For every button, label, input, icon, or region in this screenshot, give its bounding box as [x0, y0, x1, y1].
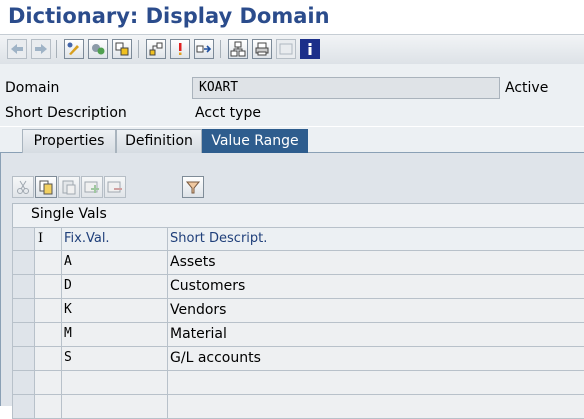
fix-val-cell[interactable] — [62, 395, 168, 418]
tabstrip: Properties Definition Value Range — [0, 127, 584, 153]
tab-value-range[interactable]: Value Range — [202, 129, 308, 153]
row-indicator-cell — [35, 347, 62, 370]
row-selector[interactable] — [12, 251, 35, 274]
filter-icon[interactable] — [182, 176, 204, 198]
row-indicator-cell — [35, 371, 62, 394]
table-row: K Vendors — [12, 299, 584, 323]
row-indicator-cell — [35, 299, 62, 322]
hierarchy-icon[interactable] — [228, 39, 248, 59]
table-row: S G/L accounts — [12, 347, 584, 371]
title-bar: Dictionary: Display Domain — [0, 0, 584, 34]
table-row: D Customers — [12, 275, 584, 299]
toolbar-separator — [138, 40, 139, 58]
table-row — [12, 371, 584, 395]
other-object-icon[interactable] — [88, 39, 108, 59]
short-descript-cell[interactable]: Material — [168, 323, 584, 346]
tab-definition[interactable]: Definition — [116, 129, 202, 153]
page-title: Dictionary: Display Domain — [8, 4, 330, 28]
fix-val-cell[interactable]: S — [62, 347, 168, 370]
short-descript-cell[interactable]: Assets — [168, 251, 584, 274]
toolbar-separator — [56, 40, 57, 58]
short-descript-cell[interactable] — [168, 371, 584, 394]
domain-field[interactable]: KOART — [192, 77, 500, 99]
table-title: Single Vals — [12, 203, 584, 227]
row-selector[interactable] — [12, 347, 35, 370]
domain-label: Domain — [5, 80, 60, 96]
row-selector[interactable] — [12, 395, 35, 418]
short-description-field[interactable]: Acct type — [195, 105, 261, 121]
table-header-row: I Fix.Val. Short Descript. — [12, 227, 584, 251]
toggle-change-display-icon[interactable] — [64, 39, 84, 59]
row-selector[interactable] — [12, 299, 35, 322]
navigation-icon[interactable] — [194, 39, 214, 59]
row-selector[interactable] — [12, 323, 35, 346]
where-used-icon[interactable] — [146, 39, 166, 59]
row-indicator-cell — [35, 323, 62, 346]
fix-val-cell[interactable]: M — [62, 323, 168, 346]
fix-val-cell[interactable]: D — [62, 275, 168, 298]
row-indicator-cell — [35, 251, 62, 274]
display-object-list-icon[interactable] — [276, 39, 296, 59]
column-header-fix-val[interactable]: Fix.Val. — [62, 228, 168, 250]
help-info-icon[interactable] — [300, 39, 320, 59]
fix-val-cell[interactable] — [62, 371, 168, 394]
short-descript-cell[interactable]: Customers — [168, 275, 584, 298]
cut-icon[interactable] — [12, 176, 34, 198]
fix-val-cell[interactable]: A — [62, 251, 168, 274]
fix-val-cell[interactable]: K — [62, 299, 168, 322]
short-descript-cell[interactable]: Vendors — [168, 299, 584, 322]
toolbar-separator — [220, 40, 221, 58]
short-descript-cell[interactable]: G/L accounts — [168, 347, 584, 370]
paste-icon[interactable] — [58, 176, 80, 198]
select-all-cell[interactable] — [12, 228, 35, 250]
column-header-short-descript[interactable]: Short Descript. — [168, 228, 584, 250]
status-text: Active — [505, 80, 549, 96]
table-row: A Assets — [12, 251, 584, 275]
activate-icon[interactable] — [112, 39, 132, 59]
application-toolbar — [0, 34, 584, 65]
back-icon[interactable] — [7, 39, 27, 59]
short-descript-cell[interactable] — [168, 395, 584, 418]
tab-properties[interactable]: Properties — [22, 129, 116, 153]
row-indicator-cell — [35, 275, 62, 298]
column-header-indicator[interactable]: I — [35, 228, 62, 250]
print-icon[interactable] — [252, 39, 272, 59]
info-icon[interactable] — [170, 39, 190, 59]
forward-icon[interactable] — [31, 39, 51, 59]
short-description-label: Short Description — [5, 105, 127, 121]
table-row: M Material — [12, 323, 584, 347]
row-indicator-cell — [35, 395, 62, 418]
table-row — [12, 395, 584, 419]
insert-row-icon[interactable] — [81, 176, 103, 198]
delete-row-icon[interactable] — [104, 176, 126, 198]
row-selector[interactable] — [12, 275, 35, 298]
row-selector[interactable] — [12, 371, 35, 394]
copy-icon[interactable] — [35, 176, 57, 198]
